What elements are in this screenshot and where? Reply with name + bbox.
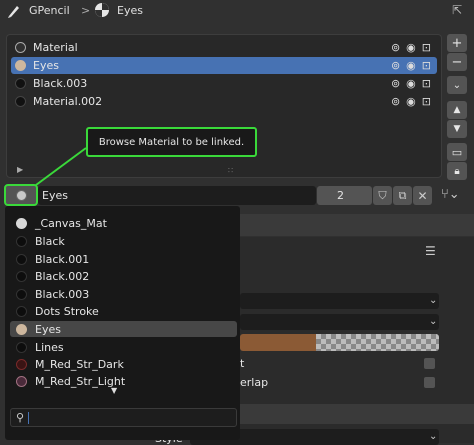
chevron-down-icon: ⌄ [429, 431, 438, 442]
dropdown-item[interactable]: Dots Stroke [10, 303, 237, 319]
option-label-t: t [240, 357, 245, 370]
dropdown-item-selected[interactable]: Eyes [10, 321, 237, 337]
dropdown-item[interactable]: Black.003 [10, 286, 237, 302]
close-icon: ✕ [417, 188, 428, 203]
material-swatch-icon [16, 288, 27, 300]
dropdown-item[interactable]: Lines [10, 339, 237, 355]
unlink-material-button[interactable]: ✕ [413, 186, 432, 205]
surface-panel-header [240, 214, 474, 236]
item-label: _Canvas_Mat [35, 216, 107, 230]
material-name-value: Eyes [42, 189, 68, 202]
material-swatch-icon [16, 253, 27, 265]
material-swatch-icon [16, 270, 27, 282]
item-label: Black.003 [35, 287, 90, 301]
dropdown-item[interactable]: M_Red_Str_Dark [10, 356, 237, 372]
browse-material-button[interactable] [4, 184, 38, 206]
chevron-down-icon: ⌄ [429, 295, 438, 306]
search-input[interactable]: ⚲ [10, 408, 237, 427]
users-count-value: 2 [337, 189, 344, 202]
color-field[interactable] [240, 334, 439, 351]
material-swatch-icon [16, 375, 27, 387]
material-swatch-icon [16, 217, 27, 229]
option-checkbox[interactable] [424, 377, 435, 388]
option-checkbox[interactable] [424, 358, 435, 369]
dropdown-item[interactable]: Black.002 [10, 268, 237, 284]
duplicate-icon: ⧉ [398, 188, 407, 202]
dropdown-item[interactable]: Black [10, 233, 237, 249]
item-label: Black.001 [35, 252, 90, 266]
option-label-erlap: erlap [240, 376, 269, 389]
material-swatch-icon [16, 305, 27, 317]
item-label: Eyes [35, 322, 61, 336]
item-label: Black [35, 234, 65, 248]
chevron-down-icon: ⌄ [429, 316, 438, 327]
item-label: M_Red_Str_Dark [35, 357, 124, 371]
fake-user-button[interactable]: ⛉ [373, 186, 392, 205]
material-swatch-icon [16, 341, 27, 353]
item-label: Dots Stroke [35, 304, 99, 318]
material-swatch-icon [15, 189, 27, 201]
color-swatch [240, 334, 316, 351]
material-swatch-icon [16, 235, 27, 247]
alpha-checker [316, 334, 439, 351]
material-swatch-icon [16, 323, 27, 335]
scroll-down-arrow-icon[interactable]: ▼ [111, 386, 117, 395]
dropdown-item[interactable]: M_Red_Str_Light [10, 373, 237, 389]
list-icon[interactable]: ☰ [425, 244, 436, 258]
shield-icon: ⛉ [378, 188, 387, 202]
users-count-field[interactable]: 2 [317, 186, 372, 205]
dropdown-field-2[interactable] [240, 314, 439, 330]
node-tree-icon[interactable]: ⑂⌄ [441, 187, 460, 202]
item-label: Lines [35, 340, 64, 354]
material-swatch-icon [16, 358, 27, 370]
search-icon: ⚲ [16, 411, 25, 424]
item-label: Black.002 [35, 269, 90, 283]
dropdown-item[interactable]: _Canvas_Mat [10, 215, 237, 231]
dropdown-item[interactable]: Black.001 [10, 251, 237, 267]
material-browse-dropdown[interactable]: _Canvas_Mat Black Black.001 Black.002 Bl… [5, 206, 240, 440]
material-name-field[interactable]: Eyes [38, 186, 316, 205]
text-cursor [28, 411, 30, 424]
duplicate-material-button[interactable]: ⧉ [393, 186, 412, 205]
dropdown-field-1[interactable] [240, 293, 439, 309]
